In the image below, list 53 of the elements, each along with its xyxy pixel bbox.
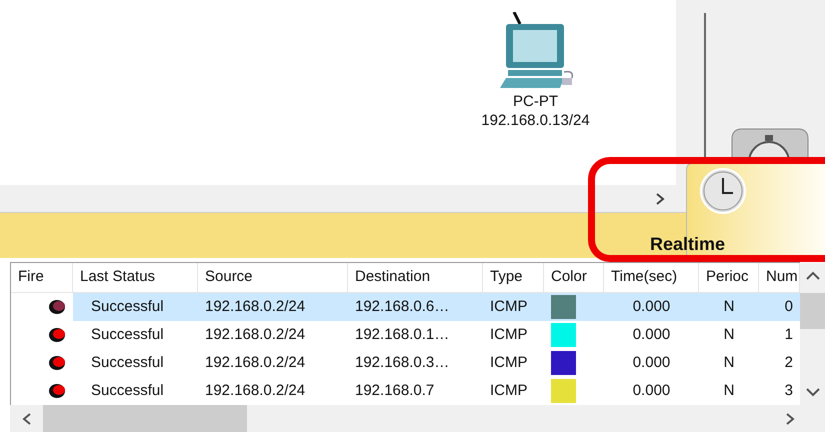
table-cell-text: 2 [784, 352, 793, 373]
fire-ball-icon[interactable] [48, 355, 66, 371]
scroll-right-icon[interactable] [785, 413, 795, 425]
table-cell-text: 0 [784, 296, 793, 317]
table-cell-text: 3 [784, 380, 793, 401]
scroll-up-icon[interactable] [806, 271, 820, 281]
status-cell[interactable]: Successful [73, 377, 198, 405]
column-header[interactable]: Destination [348, 263, 483, 292]
fire-ball-icon[interactable] [48, 327, 66, 343]
table-cell-text: N [724, 380, 734, 401]
vertical-scrollbar[interactable] [800, 263, 825, 405]
status-cell[interactable]: Successful [73, 293, 198, 321]
scrollbar-thumb[interactable] [800, 293, 825, 329]
status-cell[interactable]: Successful [73, 349, 198, 377]
table-cell-text: 192.168.0.1… [355, 324, 450, 345]
clock-icon [699, 167, 747, 215]
table-cell-text: 192.168.0.2/24 [205, 352, 306, 373]
column-header[interactable]: Fire [11, 263, 73, 292]
table-cell-text: ICMP [490, 324, 528, 345]
column-header[interactable]: Time(sec) [604, 263, 699, 292]
column-header[interactable]: Last Status [73, 263, 198, 292]
table-cell-text: 1 [784, 324, 793, 345]
table-cell-text: 192.168.0.7 [355, 380, 434, 401]
chevron-right-icon[interactable] [655, 193, 665, 205]
table-cell-text: 0.000 [632, 324, 670, 345]
column-header[interactable]: Source [198, 263, 348, 292]
table-cell-text: 192.168.0.2/24 [205, 324, 306, 345]
fire-ball-icon[interactable] [48, 299, 66, 315]
table-cell-text: 192.168.0.3… [355, 352, 450, 373]
table-cell-text: N [724, 296, 734, 317]
table-cell-text: 0.000 [632, 352, 670, 373]
table-cell-text: 192.168.0.2/24 [205, 296, 306, 317]
column-header[interactable]: Type [483, 263, 544, 292]
table-cell-text: N [724, 324, 734, 345]
fire-ball-icon[interactable] [48, 383, 66, 399]
device-address: 192.168.0.13/24 [481, 111, 590, 130]
scrollbar-thumb[interactable] [43, 405, 247, 432]
column-header[interactable]: Color [544, 263, 604, 292]
table-cell-text: ICMP [490, 352, 528, 373]
table-cell-text: 192.168.0.2/24 [205, 380, 306, 401]
table-cell-text: ICMP [490, 296, 528, 317]
scroll-left-icon[interactable] [22, 413, 32, 425]
column-header[interactable]: Perioc [699, 263, 759, 292]
device-name: PC-PT [513, 92, 558, 111]
table-cell-text: ICMP [490, 380, 528, 401]
horizontal-scrollbar[interactable] [10, 405, 825, 432]
table-cell-text: 0.000 [632, 380, 670, 401]
status-cell[interactable]: Successful [73, 321, 198, 349]
table-cell-text: 192.168.0.6… [355, 296, 450, 317]
tab-label: Realtime [650, 233, 726, 256]
scroll-down-icon[interactable] [806, 387, 820, 397]
table-cell-text: N [724, 352, 734, 373]
table-cell-text: 0.000 [632, 296, 670, 317]
